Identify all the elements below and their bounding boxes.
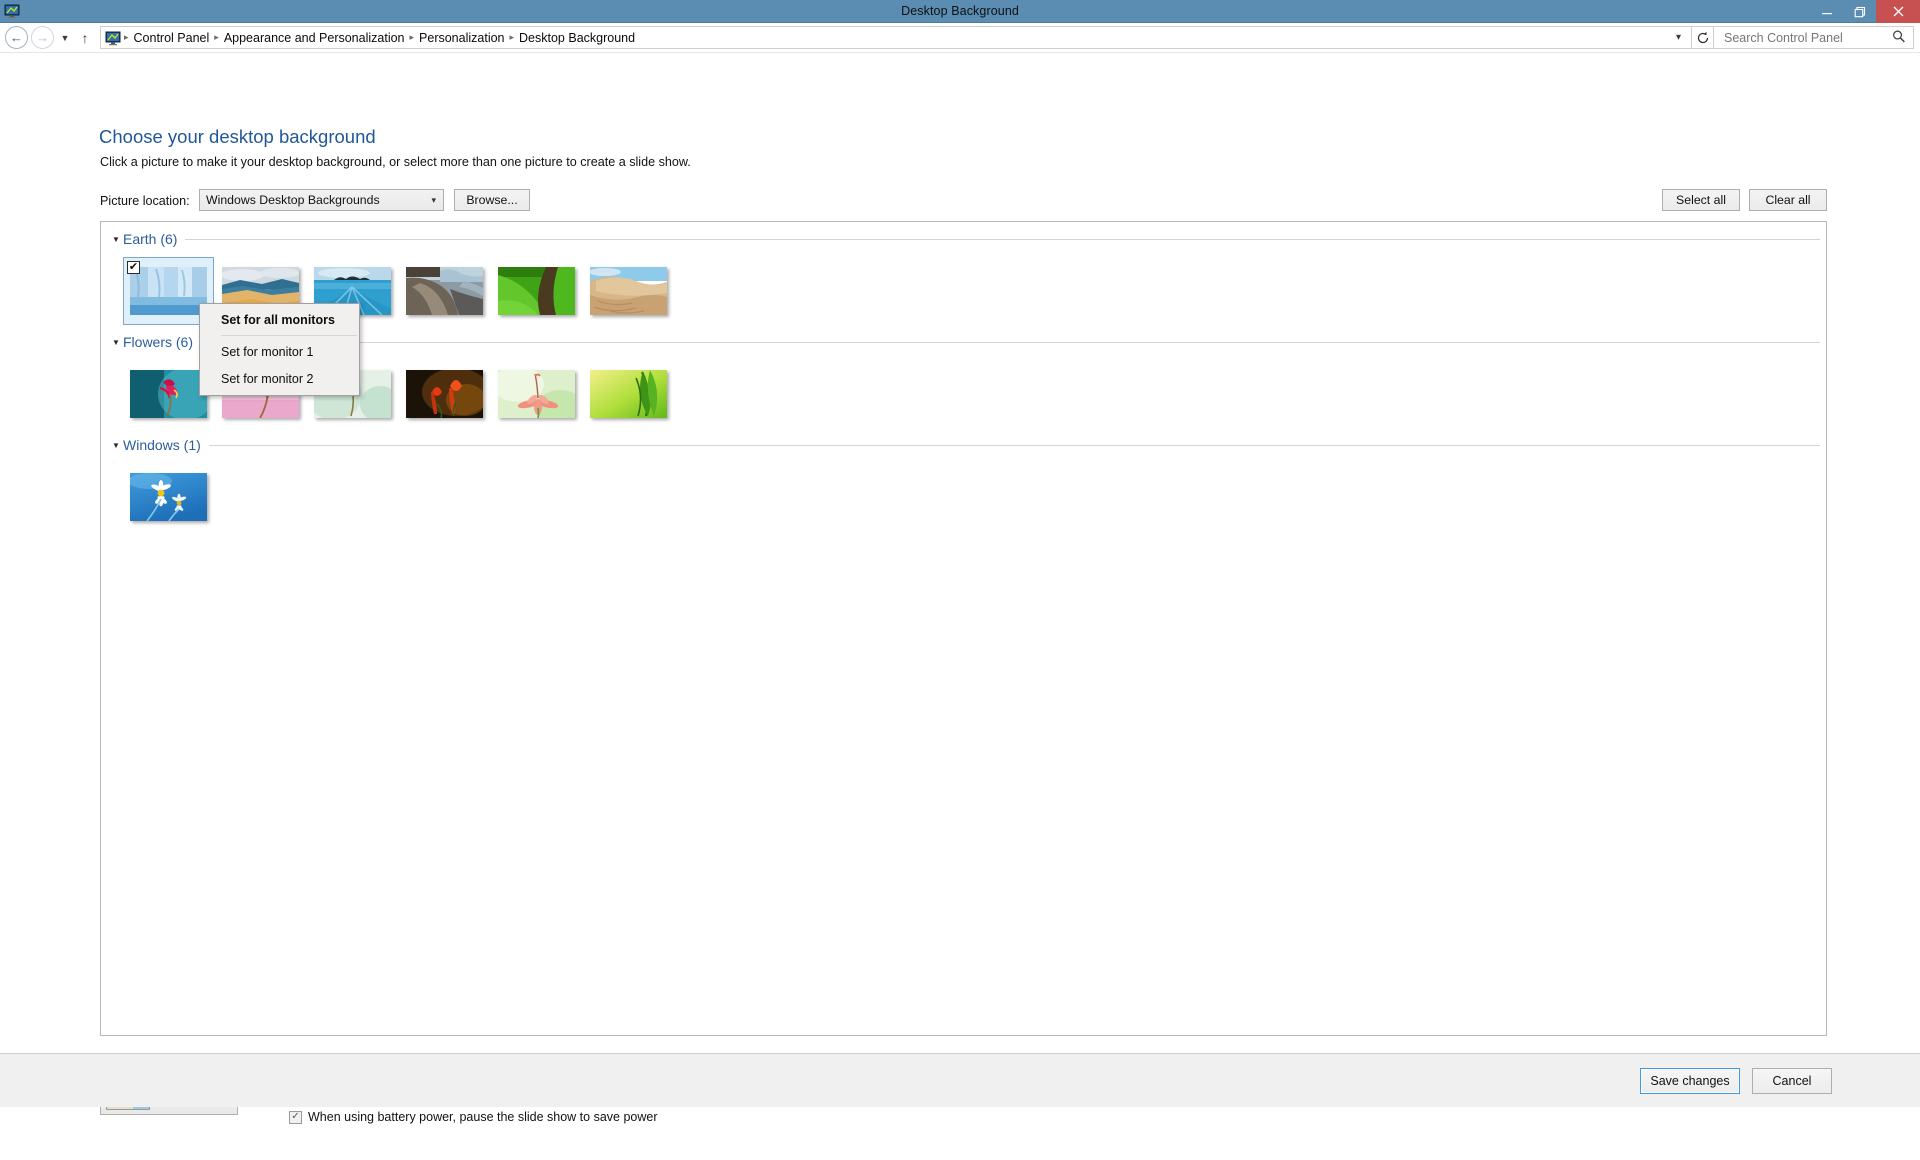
battery-pause-checkbox[interactable]: ✓ <box>289 1110 302 1124</box>
breadcrumb-item-desktop-background[interactable]: Desktop Background <box>515 31 639 45</box>
thumb-image <box>590 370 667 418</box>
group-divider <box>201 341 1820 343</box>
window-title: Desktop Background <box>901 4 1019 18</box>
wallpaper-thumb-pink-lily[interactable] <box>491 360 582 428</box>
picture-location-select[interactable]: Windows Desktop Backgrounds ▾ <box>199 189 444 211</box>
triangle-down-icon[interactable]: ▼ <box>109 338 123 347</box>
thumb-image <box>406 370 483 418</box>
breadcrumb-item-appearance[interactable]: Appearance and Personalization <box>220 31 409 45</box>
group-header-earth[interactable]: ▼ Earth (6) <box>101 228 1826 250</box>
wallpaper-thumb-sand-dune[interactable] <box>583 257 674 325</box>
context-menu-separator <box>221 335 357 336</box>
breadcrumb-item-personalization[interactable]: Personalization <box>415 31 508 45</box>
context-menu: Set for all monitors Set for monitor 1 S… <box>199 303 360 396</box>
wallpaper-thumb-green-field-road[interactable] <box>491 257 582 325</box>
group-divider <box>185 238 1820 240</box>
clear-all-button[interactable]: Clear all <box>1749 189 1827 211</box>
battery-pause-row[interactable]: ✓ When using battery power, pause the sl… <box>289 1110 658 1124</box>
thumb-image <box>130 370 207 418</box>
page-subtitle: Click a picture to make it your desktop … <box>100 155 691 169</box>
breadcrumb[interactable]: ▸ Control Panel ▸ Appearance and Persona… <box>100 26 1692 49</box>
back-arrow-icon[interactable]: ← <box>5 26 28 49</box>
wallpaper-thumb-daisy-blue-sky[interactable] <box>123 463 214 531</box>
window-controls <box>1810 0 1920 23</box>
context-menu-item-set-monitor-1[interactable]: Set for monitor 1 <box>200 338 359 365</box>
wallpaper-thumb-green-leaves[interactable] <box>583 360 674 428</box>
triangle-down-icon[interactable]: ▼ <box>109 235 123 244</box>
up-arrow-icon[interactable]: ↑ <box>75 27 95 49</box>
search-input[interactable] <box>1722 29 1893 46</box>
wallpaper-thumb-rock-coast[interactable] <box>399 257 490 325</box>
recent-locations-chevron-down-icon[interactable]: ▼ <box>57 27 73 49</box>
thumb-image <box>406 267 483 315</box>
picture-location-value: Windows Desktop Backgrounds <box>206 193 380 207</box>
thumb-image <box>498 370 575 418</box>
picture-location-label: Picture location: <box>100 194 190 208</box>
thumb-image <box>498 267 575 315</box>
group-title-windows: Windows (1) <box>123 437 201 453</box>
chevron-down-icon: ▾ <box>431 194 436 205</box>
triangle-down-icon[interactable]: ▼ <box>109 441 123 450</box>
minimize-icon[interactable] <box>1810 0 1843 23</box>
window-titlebar: Desktop Background <box>0 0 1920 23</box>
cancel-button[interactable]: Cancel <box>1752 1067 1832 1094</box>
group-title-flowers: Flowers (6) <box>123 334 194 350</box>
context-menu-item-set-all-monitors[interactable]: Set for all monitors <box>200 306 359 333</box>
thumb-image <box>590 267 667 315</box>
thumbnail-row-windows <box>101 463 1826 531</box>
search-box[interactable] <box>1714 26 1914 49</box>
control-panel-icon <box>105 30 121 46</box>
context-menu-item-set-monitor-2[interactable]: Set for monitor 2 <box>200 365 359 392</box>
save-changes-button[interactable]: Save changes <box>1640 1067 1740 1094</box>
thumb-image <box>130 267 207 315</box>
wallpaper-thumb-red-tulips-dark[interactable] <box>399 360 490 428</box>
page-title: Choose your desktop background <box>99 126 376 147</box>
thumb-checkbox[interactable]: ✔ <box>127 261 140 274</box>
group-divider <box>208 444 1820 446</box>
forward-arrow-icon[interactable]: → <box>31 26 54 49</box>
close-icon[interactable] <box>1876 0 1920 23</box>
battery-pause-label: When using battery power, pause the slid… <box>308 1110 658 1124</box>
thumb-image <box>130 473 207 521</box>
browse-button[interactable]: Browse... <box>454 189 530 211</box>
group-title-earth: Earth (6) <box>123 231 178 247</box>
address-chevron-down-icon[interactable]: ▾ <box>1672 32 1689 43</box>
refresh-icon[interactable] <box>1692 26 1714 49</box>
breadcrumb-item-control-panel[interactable]: Control Panel <box>130 31 214 45</box>
group-header-windows[interactable]: ▼ Windows (1) <box>101 434 1826 456</box>
address-bar: ← → ▼ ↑ ▸ Control Panel ▸ Appearance and… <box>0 23 1920 53</box>
main-content: Choose your desktop background Click a p… <box>0 53 1920 1124</box>
display-monitor-icon <box>4 3 20 19</box>
select-all-button[interactable]: Select all <box>1662 189 1740 211</box>
restore-icon[interactable] <box>1843 0 1876 23</box>
dialog-footer: Save changes Cancel <box>0 1053 1920 1107</box>
